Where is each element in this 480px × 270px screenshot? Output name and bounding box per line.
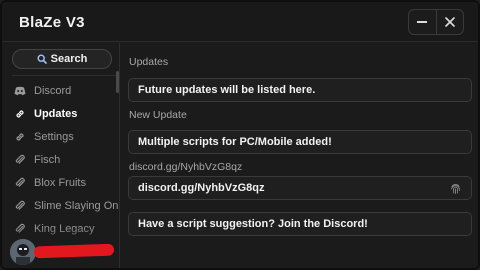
- app-window: BlaZe V3 Search Discord Updates Settings…: [0, 0, 480, 270]
- updates-card[interactable]: Future updates will be listed here.: [128, 78, 472, 102]
- avatar: [10, 239, 36, 265]
- link-icon: [14, 108, 26, 120]
- sidebar-item-label: Blox Fruits: [34, 176, 86, 189]
- paperclip-icon: [14, 200, 26, 212]
- username-redaction: [33, 243, 115, 259]
- suggestion-card[interactable]: Have a script suggestion? Join the Disco…: [128, 212, 472, 236]
- sidebar-item-updates[interactable]: Updates: [2, 102, 119, 125]
- sidebar-divider: [12, 75, 116, 76]
- suggestion-text: Have a script suggestion? Join the Disco…: [138, 218, 368, 230]
- sidebar-item-discord[interactable]: Discord: [2, 79, 119, 102]
- new-update-section-label: New Update: [129, 109, 187, 121]
- search-label: Search: [50, 53, 88, 65]
- sidebar-item-label: Slime Slaying Online: [34, 199, 120, 212]
- minimize-button[interactable]: [409, 10, 436, 34]
- search-button[interactable]: Search: [12, 49, 112, 69]
- sidebar-item-fisch[interactable]: Fisch: [2, 148, 119, 171]
- discord-link-button[interactable]: discord.gg/NyhbVzG8qz: [128, 176, 472, 200]
- link-icon: [14, 131, 26, 143]
- close-button[interactable]: [435, 10, 464, 34]
- updates-section-label: Updates: [129, 56, 169, 68]
- sidebar-item-label: Fisch: [34, 153, 61, 166]
- sidebar-item-slime-slaying[interactable]: Slime Slaying Online: [2, 194, 120, 217]
- window-controls: [408, 9, 464, 35]
- discord-section-label: discord.gg/NyhbVzG8qz: [129, 161, 243, 173]
- window-title: BlaZe V3: [19, 14, 85, 31]
- close-icon: [444, 17, 455, 27]
- new-update-text: Multiple scripts for PC/Mobile added!: [138, 136, 332, 148]
- fingerprint-icon: [451, 183, 460, 194]
- main-content: Updates Future updates will be listed he…: [121, 43, 478, 268]
- sidebar-item-settings[interactable]: Settings: [2, 125, 119, 148]
- minimize-icon: [417, 21, 428, 23]
- sidebar-item-label: Updates: [34, 107, 78, 120]
- new-update-card[interactable]: Multiple scripts for PC/Mobile added!: [128, 130, 472, 154]
- paperclip-icon: [14, 177, 26, 189]
- discord-link-text: discord.gg/NyhbVzG8qz: [138, 182, 265, 194]
- search-icon: [37, 54, 47, 64]
- sidebar-item-blox-fruits[interactable]: Blox Fruits: [2, 171, 119, 194]
- discord-icon: [14, 85, 26, 97]
- sidebar-nav: Discord Updates Settings Fisch Blox Frui…: [2, 79, 120, 240]
- paperclip-icon: [14, 154, 26, 166]
- sidebar-item-label: Discord: [34, 84, 72, 97]
- user-profile[interactable]: [2, 235, 119, 268]
- title-bar[interactable]: BlaZe V3: [2, 2, 478, 42]
- sidebar-item-label: Settings: [34, 130, 74, 143]
- updates-text: Future updates will be listed here.: [138, 84, 316, 96]
- sidebar: Search Discord Updates Settings Fisch Bl…: [2, 43, 120, 268]
